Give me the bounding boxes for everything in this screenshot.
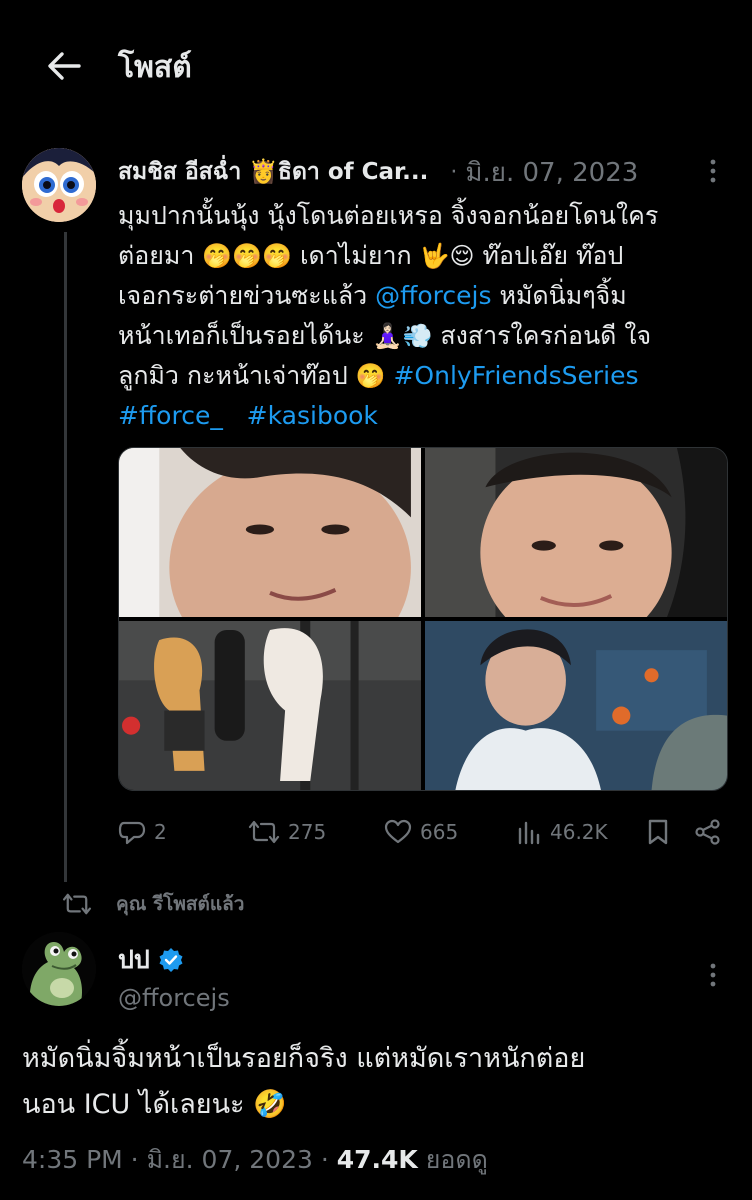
view-count: 46.2K bbox=[550, 820, 608, 844]
car-selfie-photo bbox=[425, 448, 727, 617]
view-count[interactable]: 47.4K bbox=[337, 1145, 418, 1174]
page-title: โพสต์ bbox=[118, 50, 192, 85]
share-button[interactable] bbox=[694, 812, 722, 852]
thread-connector bbox=[64, 232, 67, 882]
repost-button[interactable]: 275 bbox=[248, 812, 326, 852]
separator-dot: · bbox=[312, 1145, 337, 1174]
repost-count: 275 bbox=[288, 820, 327, 844]
tweet-text: มุมปากนั้นนุ้ง นุ้งโดนต่อยเหรอ จิ้งจอกน้… bbox=[118, 196, 730, 436]
more-options-icon[interactable] bbox=[700, 962, 726, 988]
emoji: 🤟😌 bbox=[419, 242, 475, 270]
bookmark-icon bbox=[648, 819, 668, 845]
author-row: ปป bbox=[118, 940, 184, 980]
cartoon-avatar-image bbox=[22, 148, 96, 222]
separator-dot: · bbox=[450, 159, 458, 185]
heart-icon bbox=[384, 819, 412, 844]
emoji: 🤭 bbox=[355, 362, 386, 390]
repost-indicator: คุณ รีโพสต์แล้ว bbox=[62, 888, 244, 920]
text-segment: เดาไม่ยาก bbox=[292, 241, 420, 270]
hashtag-link[interactable]: #fforce_ bbox=[118, 401, 223, 430]
emoji: 🤣 bbox=[253, 1089, 287, 1120]
like-button[interactable]: 665 bbox=[384, 812, 458, 852]
tweet-date[interactable]: มิ.ย. 07, 2023 bbox=[147, 1145, 313, 1174]
author-name[interactable]: สมชิส อีสฉ่ำ 👸ธิดา of Car... bbox=[118, 154, 428, 190]
share-icon bbox=[695, 819, 720, 845]
bookmark-button[interactable] bbox=[646, 812, 670, 852]
emoji: 🤭🤭🤭 bbox=[202, 242, 293, 270]
reply-icon bbox=[118, 821, 146, 845]
media-photo-3[interactable] bbox=[119, 621, 421, 790]
media-photo-2[interactable] bbox=[425, 448, 727, 617]
author-name[interactable]: ปป bbox=[118, 940, 150, 980]
bar-chart-icon bbox=[518, 821, 540, 845]
like-count: 665 bbox=[420, 820, 459, 844]
boxing-scene-photo bbox=[119, 621, 421, 790]
hashtag-link[interactable]: #kasibook bbox=[247, 401, 378, 430]
tweet-date[interactable]: มิ.ย. 07, 2023 bbox=[465, 152, 638, 193]
author-handle[interactable]: @fforcejs bbox=[118, 984, 230, 1012]
avatar[interactable] bbox=[22, 932, 96, 1006]
emoji: 🧘🏻‍♀️💨 bbox=[372, 322, 433, 350]
tweet-actions: 2 275 665 46.2K bbox=[118, 812, 730, 852]
arrow-left-icon bbox=[48, 52, 81, 80]
views-label: ยอดดู bbox=[417, 1145, 488, 1174]
tweet-time[interactable]: 4:35 PM bbox=[22, 1145, 123, 1174]
close-up-smile-photo bbox=[119, 448, 421, 617]
repost-icon bbox=[248, 820, 280, 844]
mention-link[interactable]: @fforcejs bbox=[375, 281, 491, 310]
frog-avatar-image bbox=[22, 932, 96, 1006]
avatar[interactable] bbox=[22, 148, 96, 222]
repost-icon bbox=[62, 892, 92, 916]
more-options-icon[interactable] bbox=[700, 158, 726, 184]
views-button[interactable]: 46.2K bbox=[516, 812, 608, 852]
separator-dot: · bbox=[122, 1145, 147, 1174]
reply-count: 2 bbox=[154, 820, 167, 844]
media-photo-1[interactable] bbox=[119, 448, 421, 617]
tweet-header: สมชิส อีสฉ่ำ 👸ธิดา of Car... · มิ.ย. 07,… bbox=[118, 154, 638, 190]
top-bar: โพสต์ bbox=[0, 0, 752, 130]
hashtag-link[interactable]: #OnlyFriendsSeries bbox=[393, 361, 638, 390]
tweet-meta: 4:35 PM · มิ.ย. 07, 2023 · 47.4K ยอดดู bbox=[22, 1140, 488, 1180]
text-segment: หมัดนิ่มจิ้มหน้าเป็นรอยก็จริง แต่หมัดเรา… bbox=[22, 1043, 586, 1120]
classroom-scene-photo bbox=[425, 621, 727, 790]
media-photo-4[interactable] bbox=[425, 621, 727, 790]
back-button[interactable] bbox=[44, 46, 84, 86]
reply-button[interactable]: 2 bbox=[118, 812, 167, 852]
repost-label: คุณ รีโพสต์แล้ว bbox=[116, 893, 245, 915]
media-grid bbox=[118, 447, 728, 791]
verified-badge-icon bbox=[159, 948, 183, 972]
tweet-text: หมัดนิ่มจิ้มหน้าเป็นรอยก็จริง แต่หมัดเรา… bbox=[22, 1036, 732, 1128]
